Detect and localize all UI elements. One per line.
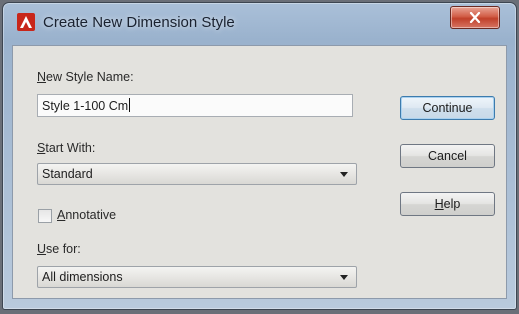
use-for-dropdown[interactable]: All dimensions [37, 266, 357, 288]
dialog-window: Create New Dimension Style New Style Nam… [2, 2, 517, 310]
start-with-dropdown[interactable]: Standard [37, 163, 357, 185]
cancel-button[interactable]: Cancel [400, 144, 495, 168]
chevron-down-icon [340, 275, 348, 280]
new-style-name-label: New Style Name: [37, 70, 134, 84]
autocad-icon [17, 13, 35, 31]
start-with-label: Start With: [37, 141, 96, 155]
dialog-content: New Style Name: Style 1-100 Cm Start Wit… [12, 45, 507, 299]
chevron-down-icon [340, 172, 348, 177]
annotative-checkbox[interactable] [38, 209, 52, 223]
use-for-selected: All dimensions [42, 270, 123, 284]
close-icon [469, 12, 481, 23]
start-with-selected: Standard [42, 167, 93, 181]
continue-button[interactable]: Continue [400, 96, 495, 120]
annotative-label: Annotative [57, 208, 117, 222]
text-caret [129, 98, 131, 112]
dialog-title: Create New Dimension Style [43, 14, 235, 31]
use-for-label: Use for: [37, 242, 81, 256]
title-bar[interactable]: Create New Dimension Style [3, 3, 516, 41]
close-button[interactable] [450, 6, 500, 29]
new-style-name-input[interactable]: Style 1-100 Cm [37, 94, 353, 117]
help-button[interactable]: Help [400, 192, 495, 216]
